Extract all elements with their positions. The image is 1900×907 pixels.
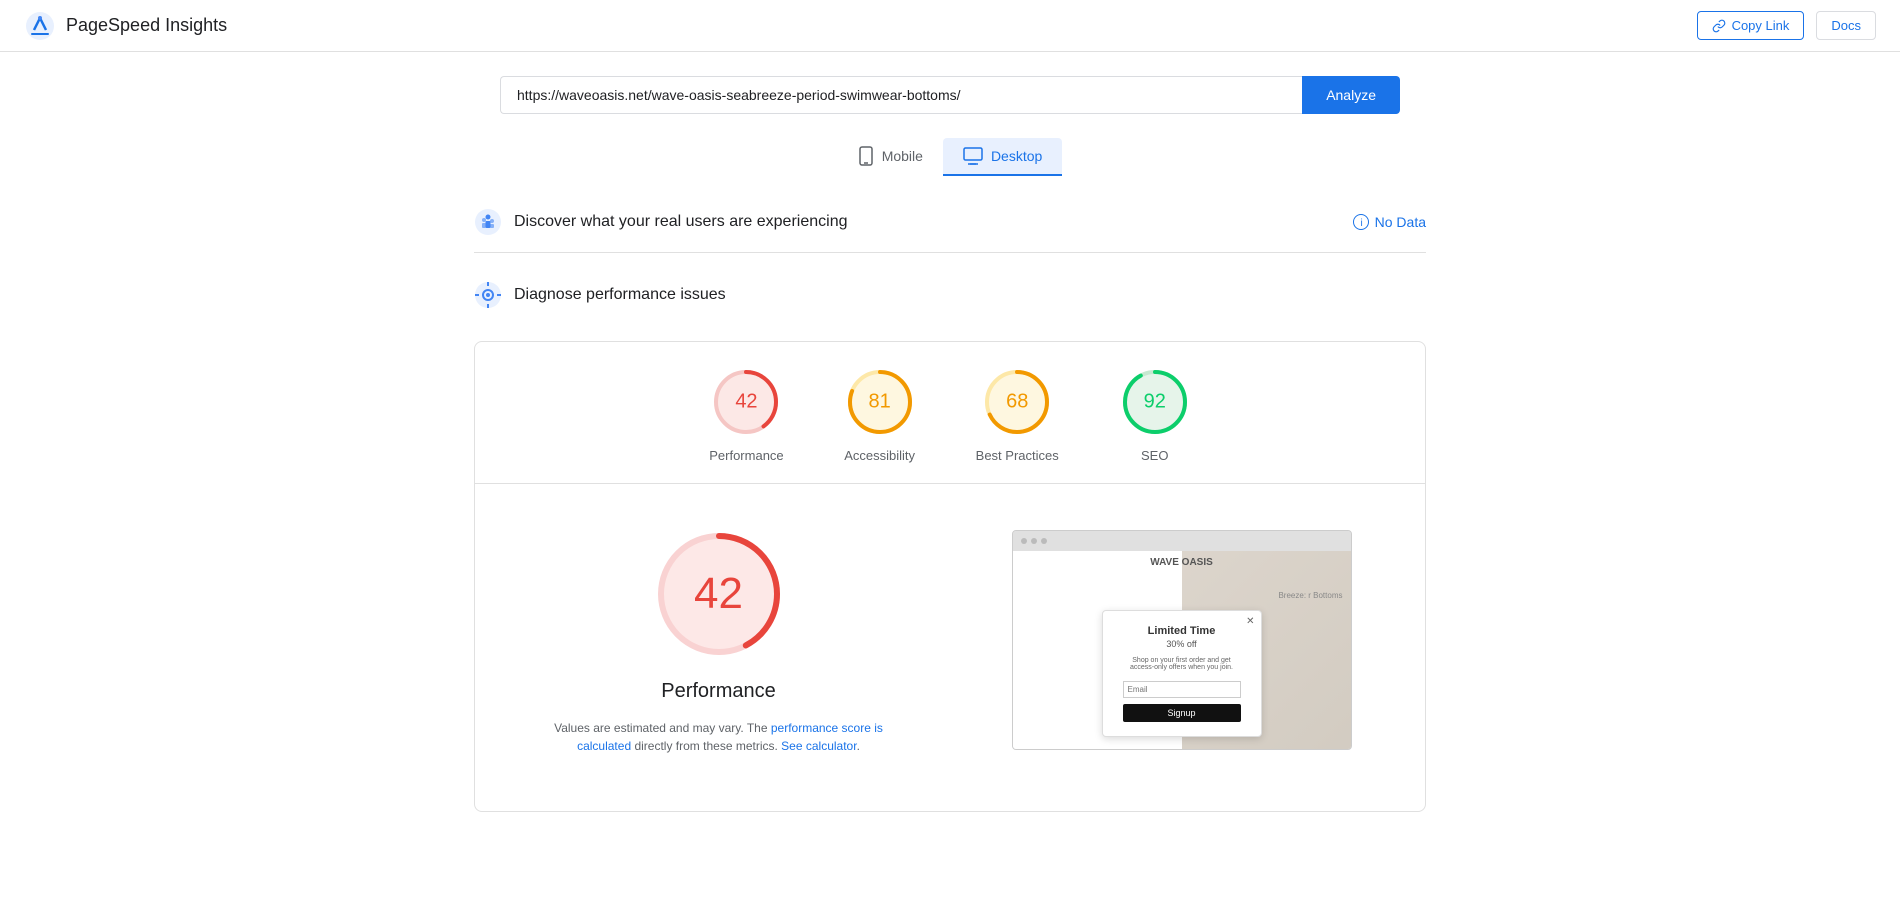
seo-score-value: 92: [1144, 391, 1166, 414]
docs-button[interactable]: Docs: [1816, 11, 1876, 40]
mockup-content: ✕ Limited Time 30% off Shop on your firs…: [1013, 551, 1351, 749]
large-performance-score: 42: [694, 569, 743, 619]
mockup-close-icon[interactable]: ✕: [1246, 616, 1254, 627]
accessibility-label: Accessibility: [844, 448, 915, 463]
popup-title: Limited Time: [1123, 625, 1241, 637]
app-title: PageSpeed Insights: [66, 15, 227, 36]
copy-link-button[interactable]: Copy Link: [1697, 11, 1805, 40]
score-item-seo[interactable]: 92 SEO: [1119, 366, 1191, 463]
popup-body: Shop on your first order and get access-…: [1123, 657, 1241, 671]
svg-text:i: i: [1360, 218, 1362, 229]
calculator-link[interactable]: See calculator: [781, 739, 856, 753]
seo-label: SEO: [1141, 448, 1168, 463]
mockup-site-bg-text: Breeze: r Bottoms: [1278, 591, 1342, 600]
seo-circle: 92: [1119, 366, 1191, 438]
no-data-indicator: i No Data: [1353, 214, 1426, 230]
large-performance-circle: 42: [649, 524, 789, 664]
info-icon: i: [1353, 214, 1369, 230]
best-practices-score-value: 68: [1006, 391, 1028, 414]
mockup-browser-bar: [1013, 531, 1351, 551]
real-users-header-left: Discover what your real users are experi…: [474, 208, 847, 236]
header: PageSpeed Insights Copy Link Docs: [0, 0, 1900, 52]
pagespeed-logo-icon: [24, 10, 56, 42]
link-icon: [1712, 19, 1726, 33]
mockup-dot-1: [1021, 538, 1027, 544]
mobile-icon: [858, 146, 874, 166]
url-input[interactable]: [500, 76, 1302, 114]
popup-subtitle: 30% off: [1123, 639, 1241, 649]
performance-detail-section: 42 Performance Values are estimated and …: [475, 500, 1425, 779]
search-section: Analyze: [0, 52, 1900, 130]
mockup-popup: ✕ Limited Time 30% off Shop on your firs…: [1102, 610, 1262, 737]
tab-mobile[interactable]: Mobile: [838, 138, 943, 176]
popup-signup-button[interactable]: Signup: [1123, 704, 1241, 722]
score-item-accessibility[interactable]: 81 Accessibility: [844, 366, 916, 463]
performance-score-value: 42: [735, 391, 757, 414]
diagnose-title: Diagnose performance issues: [514, 286, 726, 304]
diagnose-header-left: Diagnose performance issues: [474, 281, 726, 309]
search-container: Analyze: [500, 76, 1400, 114]
perf-right: ✕ Limited Time 30% off Shop on your firs…: [962, 524, 1401, 755]
desktop-tab-label: Desktop: [991, 148, 1042, 164]
score-item-best-practices[interactable]: 68 Best Practices: [976, 366, 1059, 463]
performance-label: Performance: [709, 448, 783, 463]
best-practices-circle: 68: [981, 366, 1053, 438]
real-users-icon: [474, 208, 502, 236]
accessibility-score-value: 81: [869, 391, 891, 414]
screenshot-mockup: ✕ Limited Time 30% off Shop on your firs…: [1012, 530, 1352, 750]
real-users-section: Discover what your real users are experi…: [474, 192, 1426, 253]
mobile-tab-label: Mobile: [882, 148, 923, 164]
best-practices-label: Best Practices: [976, 448, 1059, 463]
header-actions: Copy Link Docs: [1697, 11, 1876, 40]
performance-circle: 42: [710, 366, 782, 438]
scores-row: 42 Performance 81 Accessibility: [475, 366, 1425, 463]
mockup-dot-2: [1031, 538, 1037, 544]
diagnose-icon: [474, 281, 502, 309]
real-users-title: Discover what your real users are experi…: [514, 213, 847, 231]
accessibility-circle: 81: [844, 366, 916, 438]
main-content: Discover what your real users are experi…: [450, 192, 1450, 812]
desktop-icon: [963, 147, 983, 165]
tab-desktop[interactable]: Desktop: [943, 138, 1062, 176]
score-item-performance[interactable]: 42 Performance: [709, 366, 783, 463]
popup-email-input[interactable]: [1123, 681, 1241, 698]
device-tabs: Mobile Desktop: [0, 138, 1900, 176]
no-data-label: No Data: [1375, 214, 1426, 230]
scores-panel: 42 Performance 81 Accessibility: [474, 341, 1426, 812]
performance-detail-title: Performance: [661, 680, 776, 703]
performance-note: Values are estimated and may vary. The p…: [529, 719, 909, 755]
perf-left: 42 Performance Values are estimated and …: [499, 524, 938, 755]
diagnose-section-header: Diagnose performance issues: [474, 265, 1426, 325]
analyze-button[interactable]: Analyze: [1302, 76, 1400, 114]
logo: PageSpeed Insights: [24, 10, 227, 42]
mockup-dot-3: [1041, 538, 1047, 544]
mockup-site-name: WAVE OASIS: [1150, 557, 1213, 568]
